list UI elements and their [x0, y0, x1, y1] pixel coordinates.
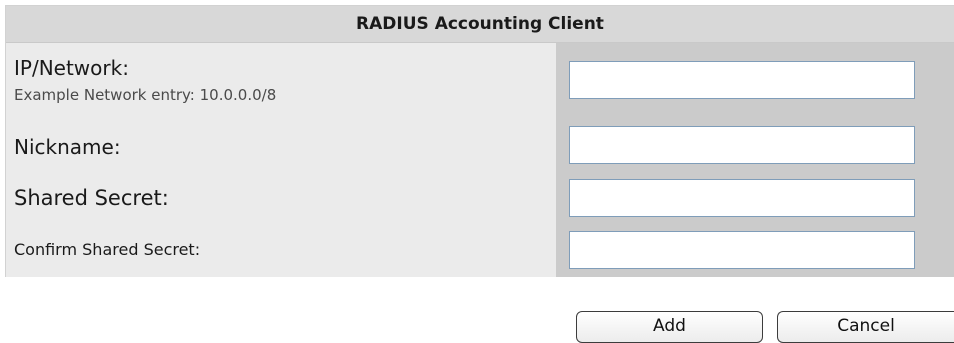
ip-network-label: IP/Network: [14, 56, 129, 80]
shared-secret-label: Shared Secret: [14, 186, 169, 210]
shared-secret-input[interactable] [569, 179, 915, 217]
cancel-button[interactable]: Cancel [777, 311, 954, 343]
panel-title: RADIUS Accounting Client [6, 6, 954, 43]
confirm-shared-secret-label: Confirm Shared Secret: [14, 240, 201, 259]
confirm-shared-secret-input[interactable] [569, 231, 915, 269]
add-button[interactable]: Add [576, 311, 763, 343]
ip-network-input[interactable] [569, 61, 915, 99]
nickname-label: Nickname: [14, 135, 121, 159]
nickname-input[interactable] [569, 126, 915, 164]
ip-network-hint: Example Network entry: 10.0.0.0/8 [14, 86, 277, 104]
